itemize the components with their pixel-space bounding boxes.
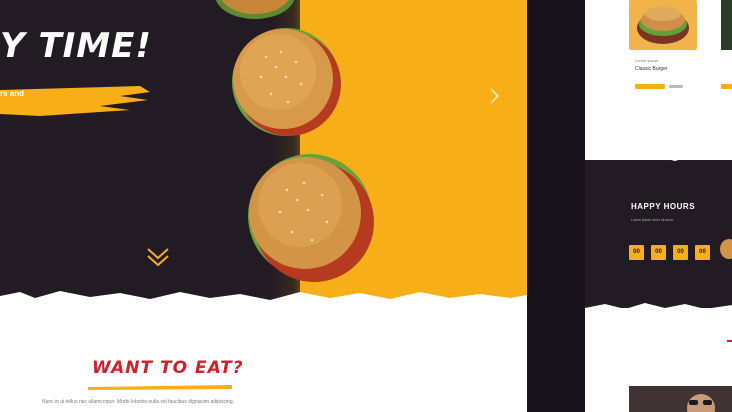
order-button-2[interactable] [721,84,732,89]
section-title: WANT TO EAT? [92,358,244,378]
accent-mark [727,340,732,342]
torn-paper-edge-right [585,148,732,161]
card-label: Lorem ipsum [635,58,659,63]
countdown-tile: 00 [651,245,666,260]
hero-headline: Y TIME! [0,26,152,66]
title-underline [88,385,232,390]
mockup-divider [527,0,585,412]
torn-paper-edge-right-2 [585,303,732,314]
hero-section: Y TIME! rs and [0,0,527,300]
chef-photo [629,386,732,412]
hero-subtext: rs and [0,89,25,98]
price-text-placeholder [669,85,683,88]
menu-thumbnail-image[interactable] [629,0,697,50]
burger-image-happy [720,239,732,259]
right-mockup: Lorem ipsum Classic Burger HAPPY HOURS L… [585,0,732,412]
section-paragraph: Nunc in ut tellus nec ullamcorper. Morbi… [42,399,235,405]
burger-image-top [215,0,295,19]
countdown-tile: 00 [695,245,710,260]
countdown-tiles: 00 00 00 00 [629,240,717,260]
happy-hours-subtitle: Lorem ipsum dolor sit amet [631,218,674,222]
double-chevron-down-icon[interactable] [144,246,172,268]
order-button[interactable] [635,84,665,89]
countdown-tile: 00 [629,245,644,260]
burger-image-middle [232,28,341,136]
burger-image-bottom [248,154,374,282]
chevron-right-icon[interactable] [484,86,504,106]
countdown-tile: 00 [673,245,688,260]
card-title: Classic Burger [635,66,668,72]
happy-hours-title: HAPPY HOURS [631,202,696,211]
about-section [0,300,527,412]
menu-thumbnail-image-2[interactable] [721,0,732,50]
